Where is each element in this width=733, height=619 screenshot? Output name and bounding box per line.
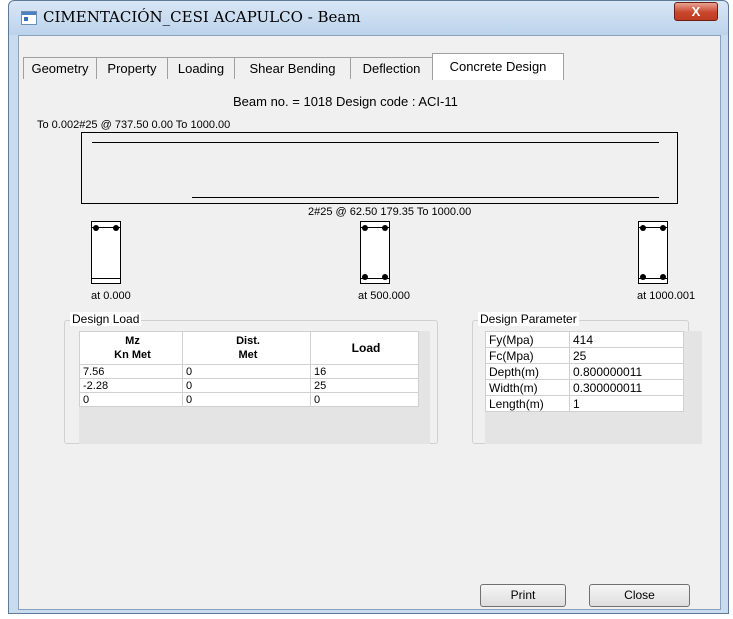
table-row[interactable]: Length(m) 1 [485, 395, 684, 412]
table-cell[interactable]: 0 [182, 392, 311, 407]
bottom-rebar-line [192, 197, 659, 198]
parameter-value[interactable]: 25 [569, 347, 684, 364]
table-row[interactable]: 7.56 0 16 [79, 364, 419, 379]
parameter-value[interactable]: 0.300000011 [569, 379, 684, 396]
design-parameter-title: Design Parameter [478, 312, 579, 326]
title-bar[interactable]: CIMENTACIÓN_CESI ACAPULCO - Beam X [9, 1, 728, 35]
tab-deflection[interactable]: Deflection [350, 57, 433, 79]
tab-property[interactable]: Property [96, 57, 168, 79]
rebar-dot [93, 225, 99, 231]
design-load-table: Mz Kn Met Dist. Met Load 7.56 0 16 -2.28 0… [79, 331, 419, 407]
rebar-dot [362, 225, 368, 231]
beam-elevation [81, 132, 678, 204]
table-row[interactable]: Fy(Mpa) 414 [485, 331, 684, 348]
window-close-button[interactable]: X [674, 2, 718, 21]
tab-geometry[interactable]: Geometry [23, 57, 97, 79]
rebar-dot [660, 225, 666, 231]
column-header: Mz Kn Met [79, 331, 183, 365]
table-cell[interactable]: 7.56 [79, 364, 183, 379]
rebar-dot [362, 274, 368, 280]
app-window-icon [21, 11, 37, 25]
section-end [638, 221, 668, 284]
parameter-value[interactable]: 0.800000011 [569, 363, 684, 380]
table-cell[interactable]: 0 [79, 392, 183, 407]
parameter-value[interactable]: 1 [569, 395, 684, 412]
table-row[interactable]: 0 0 0 [79, 392, 419, 407]
column-header: Load [310, 331, 419, 365]
rebar-dot [660, 274, 666, 280]
rebar-dot [113, 225, 119, 231]
tab-concrete-design[interactable]: Concrete Design [432, 53, 564, 80]
design-header: Beam no. = 1018 Design code : ACI-11 [233, 94, 458, 109]
rebar-dot [382, 225, 388, 231]
table-row[interactable]: Fc(Mpa) 25 [485, 347, 684, 364]
bottom-rebar-label: 2#25 @ 62.50 179.35 To 1000.00 [308, 206, 472, 218]
tab-loading[interactable]: Loading [167, 57, 235, 79]
rebar-dot [382, 274, 388, 280]
parameter-value[interactable]: 414 [569, 331, 684, 348]
top-rebar-label: To 0.002#25 @ 737.50 0.00 To 1000.00 [37, 119, 231, 131]
table-cell[interactable]: 0 [310, 392, 419, 407]
rebar-dot [640, 225, 646, 231]
tab-shear-bending[interactable]: Shear Bending [234, 57, 351, 79]
window-title: CIMENTACIÓN_CESI ACAPULCO - Beam [43, 8, 361, 26]
table-cell[interactable]: -2.28 [79, 378, 183, 393]
design-load-title: Design Load [70, 312, 142, 326]
section-end-label: at 1000.001 [637, 290, 696, 302]
table-header-row: Mz Kn Met Dist. Met Load [79, 331, 419, 365]
rebar-dot [640, 274, 646, 280]
table-cell[interactable]: 25 [310, 378, 419, 393]
table-row[interactable]: Width(m) 0.300000011 [485, 379, 684, 396]
parameter-name: Length(m) [485, 395, 570, 412]
beam-dialog-window: CIMENTACIÓN_CESI ACAPULCO - Beam X Geome… [8, 0, 729, 614]
column-header: Dist. Met [182, 331, 311, 365]
top-rebar-line [92, 142, 659, 143]
print-button[interactable]: Print [480, 584, 566, 607]
parameter-name: Fy(Mpa) [485, 331, 570, 348]
design-parameter-table: Fy(Mpa) 414 Fc(Mpa) 25 Depth(m) 0.800000… [485, 331, 684, 412]
section-start [91, 221, 121, 284]
section-mid-label: at 500.000 [358, 290, 410, 302]
table-cell[interactable]: 0 [182, 364, 311, 379]
table-row[interactable]: -2.28 0 25 [79, 378, 419, 393]
parameter-name: Fc(Mpa) [485, 347, 570, 364]
table-row[interactable]: Depth(m) 0.800000011 [485, 363, 684, 380]
table-cell[interactable]: 16 [310, 364, 419, 379]
parameter-name: Depth(m) [485, 363, 570, 380]
section-start-label: at 0.000 [91, 290, 131, 302]
parameter-name: Width(m) [485, 379, 570, 396]
table-cell[interactable]: 0 [182, 378, 311, 393]
close-button[interactable]: Close [589, 584, 690, 607]
section-mid [360, 221, 390, 284]
